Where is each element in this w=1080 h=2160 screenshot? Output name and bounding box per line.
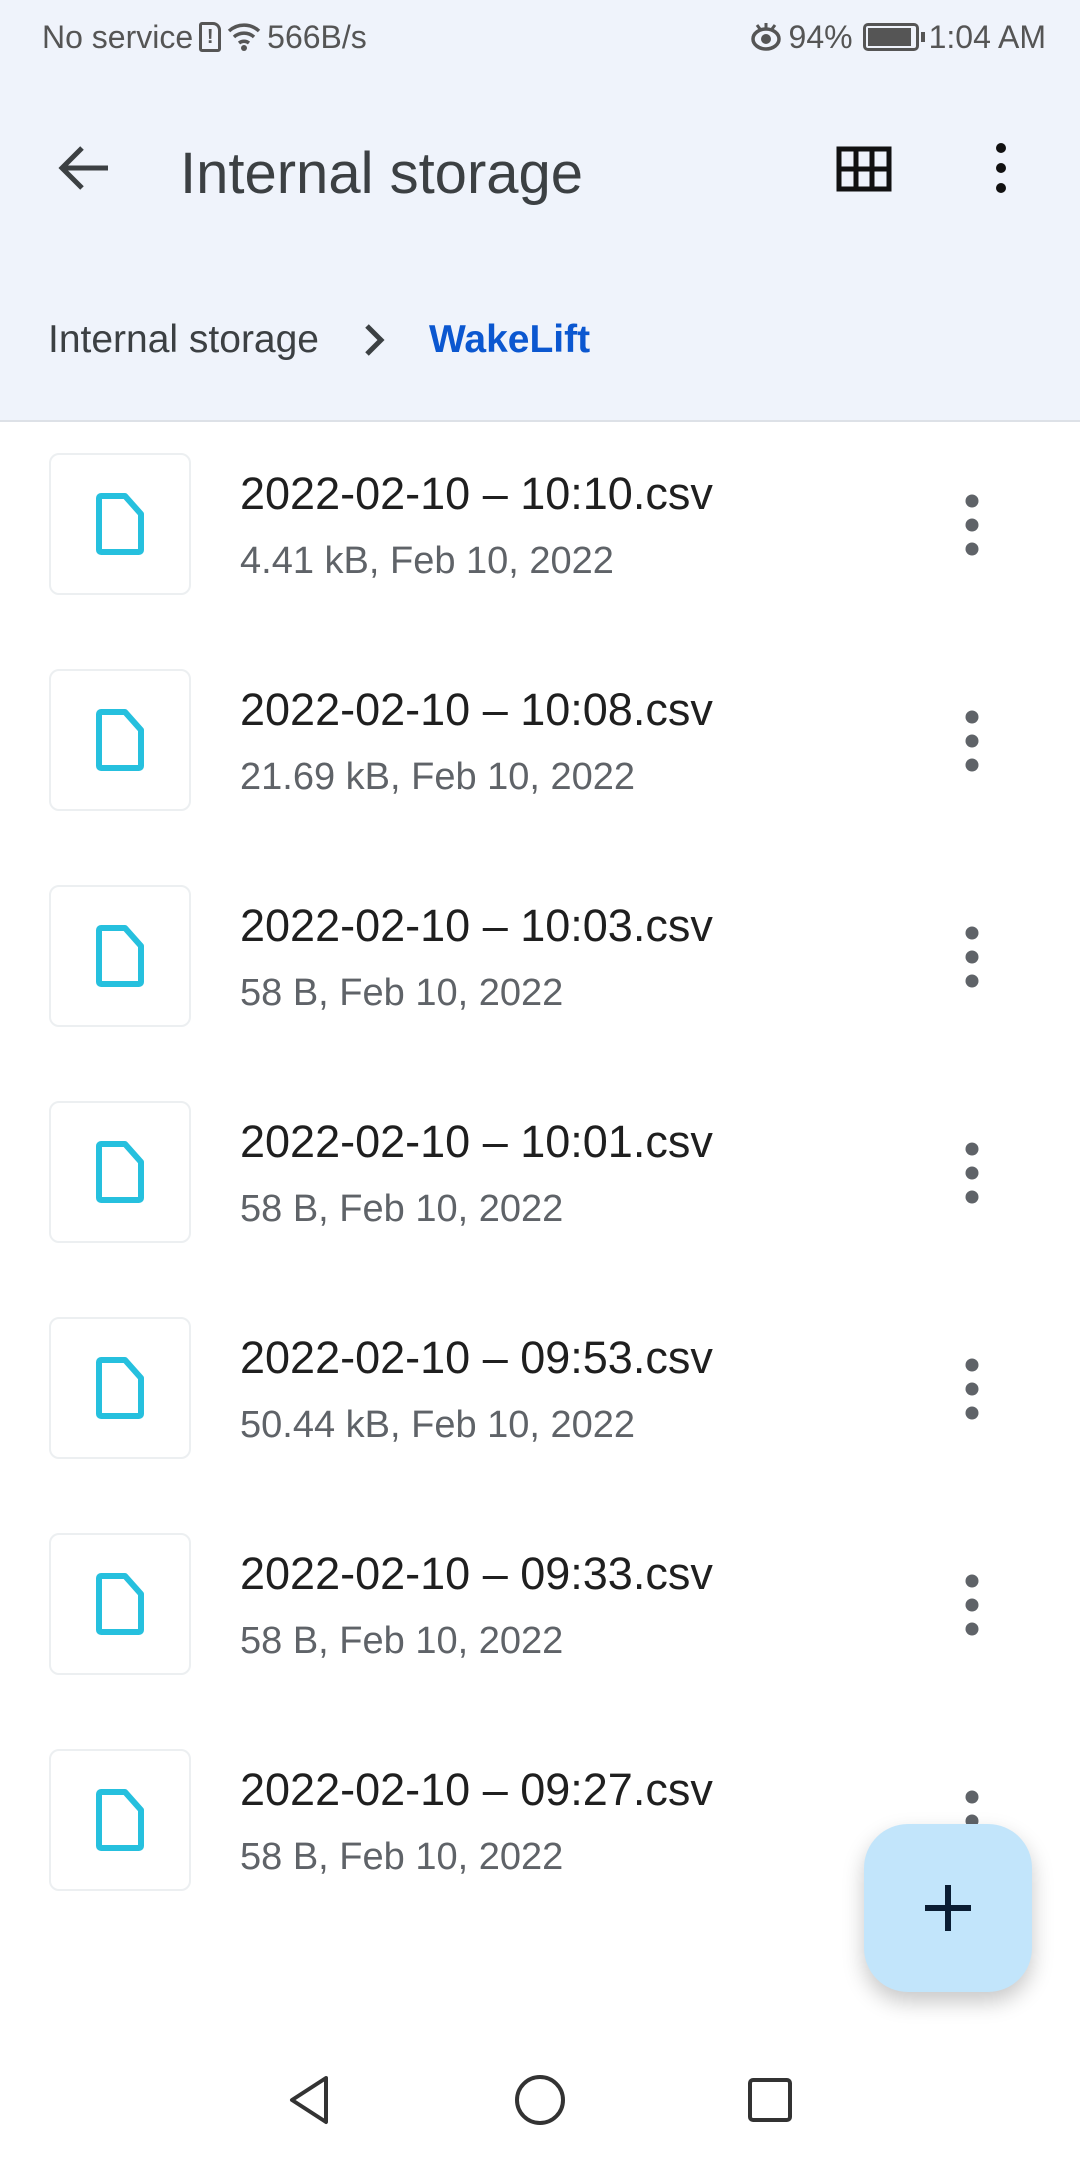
file-icon bbox=[96, 1573, 144, 1635]
battery-icon bbox=[862, 23, 925, 51]
file-thumbnail bbox=[49, 1317, 191, 1459]
file-meta: 4.41 kB, Feb 10, 2022 bbox=[240, 540, 614, 582]
file-name: 2022-02-10 – 09:27.csv bbox=[240, 1764, 713, 1815]
nav-back-icon[interactable] bbox=[280, 2070, 340, 2130]
file-name: 2022-02-10 – 10:08.csv bbox=[240, 684, 713, 735]
file-name: 2022-02-10 – 10:01.csv bbox=[240, 1116, 713, 1167]
nav-home-icon[interactable] bbox=[510, 2070, 570, 2130]
sim-alert-icon: ! bbox=[199, 22, 222, 52]
wifi-icon bbox=[227, 23, 261, 51]
network-speed: 566B/s bbox=[267, 18, 367, 55]
back-arrow-icon[interactable] bbox=[52, 140, 116, 196]
chevron-right-icon bbox=[365, 324, 385, 356]
file-thumbnail bbox=[49, 669, 191, 811]
file-thumbnail bbox=[49, 453, 191, 595]
file-row[interactable]: 2022-02-10 – 10:03.csv 58 B, Feb 10, 202… bbox=[0, 856, 1080, 1072]
breadcrumb-wakelift[interactable]: WakeLift bbox=[429, 318, 590, 362]
file-icon bbox=[96, 1357, 144, 1419]
page-title: Internal storage bbox=[180, 141, 584, 206]
grid-view-icon[interactable] bbox=[836, 146, 892, 192]
file-row[interactable]: 2022-02-10 – 09:53.csv 50.44 kB, Feb 10,… bbox=[0, 1288, 1080, 1504]
file-meta: 58 B, Feb 10, 2022 bbox=[240, 1836, 564, 1878]
file-name: 2022-02-10 – 10:03.csv bbox=[240, 900, 713, 951]
file-more-icon[interactable] bbox=[954, 1140, 990, 1206]
file-name: 2022-02-10 – 09:53.csv bbox=[240, 1332, 713, 1383]
file-thumbnail bbox=[49, 1101, 191, 1243]
toolbar: Internal storage bbox=[0, 110, 1080, 226]
file-meta: 58 B, Feb 10, 2022 bbox=[240, 972, 564, 1014]
file-thumbnail bbox=[49, 1533, 191, 1675]
file-name: 2022-02-10 – 09:33.csv bbox=[240, 1548, 713, 1599]
more-options-icon[interactable] bbox=[986, 138, 1016, 198]
carrier-text: No service bbox=[42, 18, 194, 55]
file-list: 2022-02-10 – 10:10.csv 4.41 kB, Feb 10, … bbox=[0, 424, 1080, 1936]
breadcrumb: Internal storage WakeLift bbox=[48, 318, 590, 362]
file-more-icon[interactable] bbox=[954, 708, 990, 774]
file-thumbnail bbox=[49, 1749, 191, 1891]
status-bar: No service ! 566B/s 94% 1:04 AM bbox=[42, 14, 1046, 60]
file-name: 2022-02-10 – 10:10.csv bbox=[240, 468, 713, 519]
file-row[interactable]: 2022-02-10 – 10:10.csv 4.41 kB, Feb 10, … bbox=[0, 424, 1080, 640]
file-icon bbox=[96, 925, 144, 987]
eye-comfort-icon bbox=[750, 23, 781, 51]
file-icon bbox=[96, 493, 144, 555]
file-row[interactable]: 2022-02-10 – 10:01.csv 58 B, Feb 10, 202… bbox=[0, 1072, 1080, 1288]
file-more-icon[interactable] bbox=[954, 492, 990, 558]
file-row[interactable]: 2022-02-10 – 09:33.csv 58 B, Feb 10, 202… bbox=[0, 1504, 1080, 1720]
file-more-icon[interactable] bbox=[954, 924, 990, 990]
file-more-icon[interactable] bbox=[954, 1356, 990, 1422]
file-meta: 58 B, Feb 10, 2022 bbox=[240, 1188, 564, 1230]
file-meta: 58 B, Feb 10, 2022 bbox=[240, 1620, 564, 1662]
file-thumbnail bbox=[49, 885, 191, 1027]
app-header: No service ! 566B/s 94% 1:04 AM Internal… bbox=[0, 0, 1080, 422]
file-icon bbox=[96, 709, 144, 771]
breadcrumb-internal-storage[interactable]: Internal storage bbox=[48, 318, 319, 362]
file-row[interactable]: 2022-02-10 – 10:08.csv 21.69 kB, Feb 10,… bbox=[0, 640, 1080, 856]
file-icon bbox=[96, 1141, 144, 1203]
file-more-icon[interactable] bbox=[954, 1572, 990, 1638]
battery-percent: 94% bbox=[788, 18, 853, 55]
nav-recents-icon[interactable] bbox=[740, 2070, 800, 2130]
clock: 1:04 AM bbox=[928, 18, 1046, 55]
add-button[interactable] bbox=[864, 1824, 1032, 1992]
file-meta: 21.69 kB, Feb 10, 2022 bbox=[240, 756, 636, 798]
file-meta: 50.44 kB, Feb 10, 2022 bbox=[240, 1404, 636, 1446]
file-icon bbox=[96, 1789, 144, 1851]
plus-icon bbox=[925, 1885, 971, 1931]
navigation-bar bbox=[0, 2060, 1080, 2140]
